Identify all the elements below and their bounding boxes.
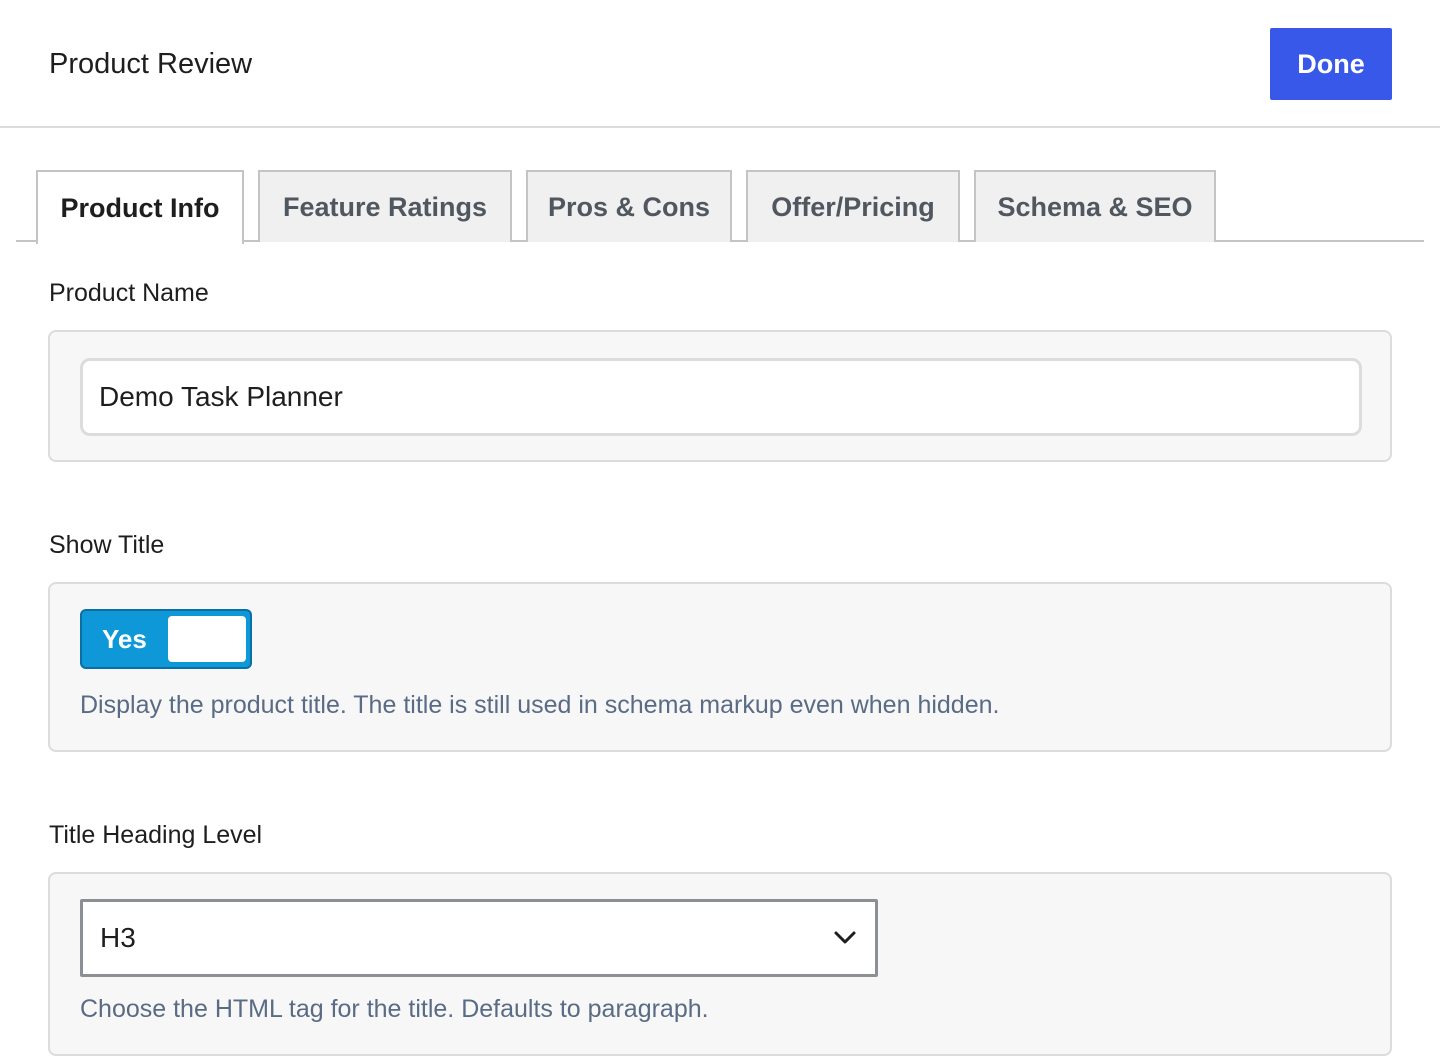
heading-level-value: H3 [100,922,136,953]
product-name-label: Product Name [49,279,209,307]
tab-schema-seo[interactable]: Schema & SEO [974,170,1216,242]
show-title-help: Display the product title. The title is … [80,691,1000,719]
tab-bar: Product Info Feature Ratings Pros & Cons… [16,170,1424,244]
product-name-input[interactable] [80,358,1362,436]
show-title-toggle[interactable]: Yes [80,609,252,669]
product-name-panel [48,330,1392,462]
heading-level-select[interactable]: H3 [80,899,878,977]
tab-offer-pricing[interactable]: Offer/Pricing [746,170,960,242]
modal-title: Product Review [49,48,253,80]
chevron-down-icon [834,931,856,944]
done-button[interactable]: Done [1270,28,1392,100]
show-title-label: Show Title [49,531,165,559]
toggle-state-label: Yes [102,623,147,654]
heading-level-label: Title Heading Level [49,821,263,849]
tab-product-info[interactable]: Product Info [36,170,244,244]
show-title-panel: Yes Display the product title. The title… [48,582,1392,752]
modal-header: Product Review Done [0,0,1440,128]
tab-feature-ratings[interactable]: Feature Ratings [258,170,512,242]
tab-pros-cons[interactable]: Pros & Cons [526,170,732,242]
heading-level-help: Choose the HTML tag for the title. Defau… [80,995,709,1023]
heading-level-panel: H3 Choose the HTML tag for the title. De… [48,872,1392,1056]
toggle-knob [168,616,246,662]
